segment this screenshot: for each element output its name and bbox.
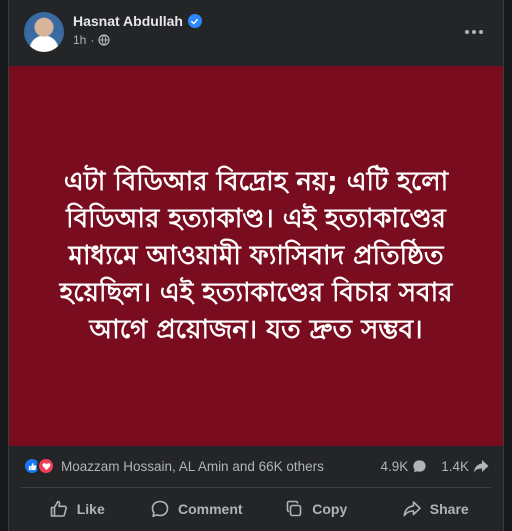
globe-icon	[98, 34, 110, 46]
post-text: এটা বিডিআর বিদ্রোহ নয়; এটি হলো বিডিআর হ…	[59, 166, 453, 345]
like-label: Like	[76, 501, 105, 517]
comment-bubble-icon	[413, 459, 426, 472]
more-icon[interactable]	[459, 20, 489, 44]
meta-separator: ·	[90, 33, 95, 47]
copy-icon	[286, 500, 302, 517]
comment-count[interactable]: 4.9K	[380, 459, 427, 474]
share-button[interactable]: Share	[376, 490, 496, 528]
comment-button[interactable]: Comment	[137, 490, 257, 528]
copy-label: Copy	[312, 501, 348, 517]
share-arrow-icon	[473, 459, 489, 472]
avatar[interactable]	[24, 12, 64, 52]
post-time[interactable]: 1h	[73, 33, 86, 47]
copy-button[interactable]: Copy	[256, 490, 376, 528]
post-text-background: এটা বিডিআর বিদ্রোহ নয়; এটি হলো বিডিআর হ…	[9, 66, 503, 446]
share-label: Share	[429, 501, 469, 517]
share-count[interactable]: 1.4K	[441, 459, 489, 474]
reactors-text[interactable]: Moazzam Hossain, AL Amin and 66K others	[61, 459, 366, 474]
like-icon	[50, 500, 67, 517]
verified-badge-icon	[187, 14, 202, 28]
comment-label: Comment	[177, 501, 243, 517]
action-bar: Like Comment Copy Share	[9, 490, 503, 528]
post-header: Hasnat Abdullah 1h ·	[9, 0, 503, 66]
post-card: Hasnat Abdullah 1h · এটা বিডিআর বিদ্রোহ …	[8, 0, 504, 531]
reactions-row: Moazzam Hossain, AL Amin and 66K others …	[9, 450, 503, 482]
author-row: Hasnat Abdullah	[73, 13, 202, 29]
love-reaction-icon	[37, 457, 55, 475]
author-name[interactable]: Hasnat Abdullah	[73, 13, 183, 29]
like-button[interactable]: Like	[17, 490, 137, 528]
reaction-icons[interactable]	[23, 457, 55, 475]
comment-icon	[151, 500, 169, 517]
share-icon	[403, 501, 421, 517]
share-count-value: 1.4K	[441, 458, 469, 474]
post-meta: 1h ·	[73, 33, 110, 47]
divider	[21, 487, 491, 488]
comment-count-value: 4.9K	[380, 458, 409, 474]
